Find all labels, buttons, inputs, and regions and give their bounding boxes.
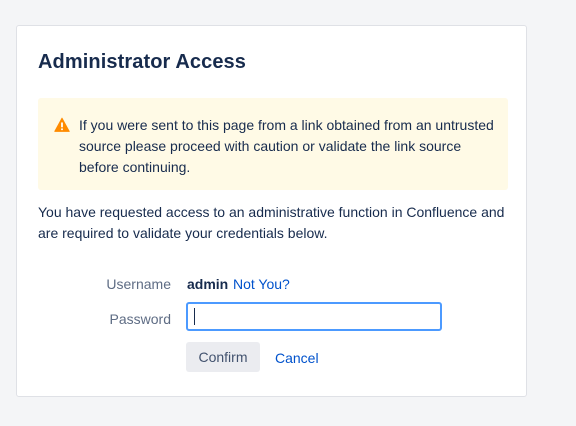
username-label: Username: [106, 276, 171, 292]
dialog-title: Administrator Access: [38, 51, 246, 73]
warning-message: If you were sent to this page from a lin…: [38, 98, 508, 190]
username-value: admin: [187, 276, 229, 292]
not-you-link[interactable]: Not You?: [233, 276, 290, 292]
cancel-link[interactable]: Cancel: [275, 350, 319, 366]
intro-text: You have requested access to an administ…: [38, 204, 505, 241]
password-input[interactable]: [186, 302, 442, 331]
warning-icon: [54, 117, 70, 133]
password-label: Password: [109, 311, 171, 327]
administrator-access-dialog: Administrator Access If you were sent to…: [16, 25, 527, 397]
text-cursor: [194, 308, 195, 325]
confirm-button[interactable]: Confirm: [186, 342, 260, 372]
warning-text: If you were sent to this page from a lin…: [79, 117, 494, 175]
